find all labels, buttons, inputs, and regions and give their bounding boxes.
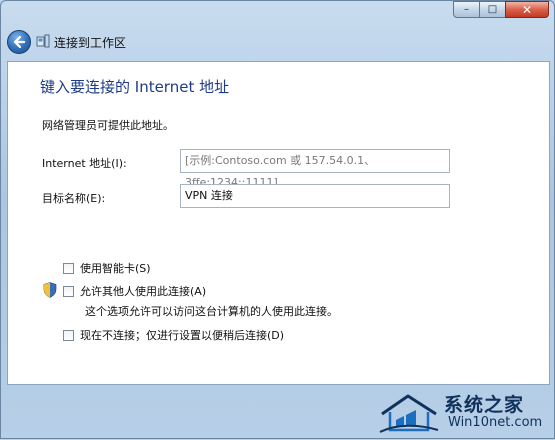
allow-others-description: 这个选项允许可以访问这台计算机的人使用此连接。 — [85, 303, 338, 319]
watermark-url: Win10net.com — [448, 415, 542, 430]
house-logo-icon — [378, 390, 440, 434]
uac-shield-icon — [43, 282, 57, 298]
content-panel: 键入要连接的 Internet 地址 网络管理员可提供此地址。 Internet… — [7, 61, 550, 385]
maximize-icon: □ — [488, 4, 497, 15]
maximize-button[interactable]: □ — [479, 1, 505, 18]
back-button[interactable] — [7, 30, 31, 54]
breadcrumb-title: 连接到工作区 — [54, 34, 126, 51]
minimize-button[interactable]: – — [453, 1, 479, 18]
dont-connect-label: 现在不连接；仅进行设置以便稍后连接(D) — [80, 327, 284, 343]
internet-address-label: Internet 地址(I): — [42, 155, 127, 171]
minimize-icon: – — [464, 4, 469, 15]
watermark-logo: 系统之家 Win10net.com — [378, 388, 550, 436]
internet-address-input[interactable]: [示例:Contoso.com 或 157.54.0.1、3ffe:1234::… — [180, 149, 450, 173]
network-icon — [36, 34, 50, 48]
dialog-window: – □ ✕ 连接到工作区 键入要连接的 Internet 地址 网络管理员可提供… — [0, 0, 555, 439]
smartcard-label: 使用智能卡(S) — [80, 260, 151, 276]
page-title: 键入要连接的 Internet 地址 — [40, 76, 229, 97]
smartcard-checkbox[interactable] — [63, 263, 74, 274]
back-arrow-icon — [12, 35, 26, 49]
allow-others-option[interactable]: 允许其他人使用此连接(A) — [63, 283, 206, 299]
destination-name-input[interactable]: VPN 连接 — [180, 184, 450, 208]
navigation-bar: 连接到工作区 — [1, 25, 554, 59]
dont-connect-checkbox[interactable] — [63, 330, 74, 341]
close-icon: ✕ — [522, 3, 532, 17]
caption-buttons: – □ ✕ — [453, 1, 549, 18]
page-description: 网络管理员可提供此地址。 — [42, 117, 174, 133]
dialog-footer: 系统之家 Win10net.com — [1, 387, 555, 440]
smartcard-option[interactable]: 使用智能卡(S) — [63, 260, 151, 276]
watermark-title: 系统之家 — [444, 390, 524, 417]
title-bar[interactable]: – □ ✕ — [1, 1, 554, 25]
allow-others-label: 允许其他人使用此连接(A) — [80, 283, 206, 299]
allow-others-checkbox[interactable] — [63, 286, 74, 297]
close-button[interactable]: ✕ — [505, 1, 549, 18]
dont-connect-option[interactable]: 现在不连接；仅进行设置以便稍后连接(D) — [63, 327, 284, 343]
destination-name-label: 目标名称(E): — [42, 190, 105, 206]
